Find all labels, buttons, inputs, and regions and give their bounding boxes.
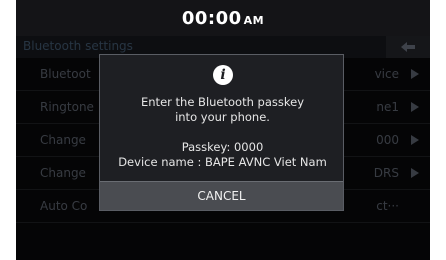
dialog-message-line2: into your phone.: [175, 110, 270, 124]
passkey-dialog: i Enter the Bluetooth passkey into your …: [99, 54, 344, 211]
head-unit-screen: 00:00AM Bluetooth settings Bluetoot vice…: [16, 0, 430, 260]
status-bar: 00:00 AM: [16, 0, 430, 36]
clock-ampm: AM: [243, 13, 265, 27]
device-name-text: Device name : BAPE AVNC Viet Nam: [118, 155, 327, 169]
clock-time: 00:00: [181, 7, 242, 29]
info-icon: i: [213, 65, 233, 85]
cancel-button[interactable]: CANCEL: [100, 181, 343, 210]
passkey-text: Passkey: 0000: [181, 140, 264, 154]
dialog-message-line1: Enter the Bluetooth passkey: [141, 95, 304, 109]
clock: 00:00 AM: [182, 8, 264, 29]
